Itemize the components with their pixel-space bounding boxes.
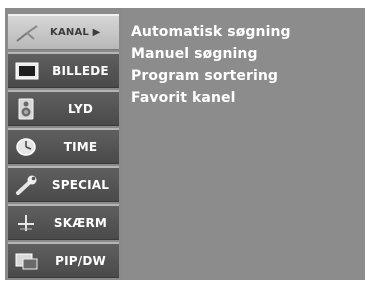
menu-item-billede[interactable]: BILLEDE [8,52,119,88]
menu-item-time[interactable]: TIME [8,128,119,164]
tv-screen-icon [14,60,40,82]
menu-item-label: SPECIAL [51,177,110,192]
submenu-panel: Automatisk søgning Manuel søgning Progra… [123,8,365,280]
submenu-option-auto-search[interactable]: Automatisk søgning [131,24,291,40]
menu-item-skaerm[interactable]: SKÆRM [8,204,119,240]
menu-item-kanal[interactable]: KANAL ▶ [8,14,119,50]
menu-item-special[interactable]: SPECIAL [8,166,119,202]
main-menu-sidebar: KANAL ▶ BILLEDE LYD TIME SPECIAL SKÆRM P… [5,8,123,280]
menu-item-label: TIME [63,139,98,154]
menu-item-label: PIP/DW [55,253,106,268]
antenna-icon [14,22,40,44]
menu-item-pip-dw[interactable]: PIP/DW [8,242,119,278]
menu-item-label: LYD [67,101,94,116]
menu-item-label: SKÆRM [53,215,108,230]
speaker-icon [14,98,40,120]
clock-icon [14,136,40,158]
pip-window-icon [14,250,40,272]
wrench-icon [14,174,40,196]
menu-item-lyd[interactable]: LYD [8,90,119,126]
crosshair-icon [14,212,40,234]
submenu-option-program-sort[interactable]: Program sortering [131,68,278,84]
submenu-option-manual-search[interactable]: Manuel søgning [131,46,258,62]
tv-osd-menu: KANAL ▶ BILLEDE LYD TIME SPECIAL SKÆRM P… [5,8,365,280]
menu-item-label: BILLEDE [52,63,109,78]
submenu-option-favorite-channel[interactable]: Favorit kanel [131,90,236,106]
menu-item-label: KANAL ▶ [50,27,101,38]
